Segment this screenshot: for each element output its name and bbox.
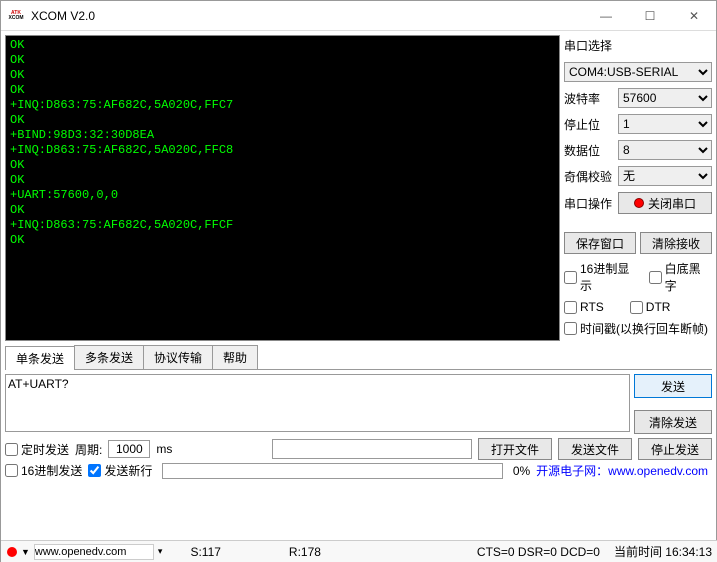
clear-send-button[interactable]: 清除发送 xyxy=(634,410,712,434)
data-select[interactable]: 8 xyxy=(618,140,712,160)
send-newline-checkbox[interactable]: 发送新行 xyxy=(88,462,152,479)
send-tabs: 单条发送 多条发送 协议传输 帮助 xyxy=(5,345,712,370)
parity-label: 奇偶校验 xyxy=(564,168,612,185)
ms-label: ms xyxy=(156,442,172,456)
data-label: 数据位 xyxy=(564,142,612,159)
tab-help[interactable]: 帮助 xyxy=(212,345,258,369)
white-bg-checkbox[interactable]: 白底黑字 xyxy=(649,260,712,294)
timestamp-checkbox[interactable]: 时间戳(以换行回车断帧) xyxy=(564,320,708,337)
hex-send-checkbox[interactable]: 16进制发送 xyxy=(5,462,82,479)
titlebar: ATKXCOM XCOM V2.0 — ☐ ✕ xyxy=(1,1,716,31)
period-label: 周期: xyxy=(75,441,102,458)
status-dropdown-icon[interactable]: ▼ xyxy=(21,547,30,557)
close-port-button[interactable]: 关闭串口 xyxy=(618,192,712,214)
clear-recv-button[interactable]: 清除接收 xyxy=(640,232,712,254)
tab-protocol[interactable]: 协议传输 xyxy=(143,345,213,369)
recv-count: R:178 xyxy=(289,545,321,559)
progress-bar xyxy=(162,463,502,479)
record-icon xyxy=(634,198,644,208)
progress-percent: 0% xyxy=(513,464,530,478)
timed-send-checkbox[interactable]: 定时发送 xyxy=(5,441,69,458)
open-file-button[interactable]: 打开文件 xyxy=(478,438,552,460)
openedv-link[interactable]: 开源电子网：www.openedv.com xyxy=(536,462,708,479)
signal-status: CTS=0 DSR=0 DCD=0 xyxy=(477,545,600,559)
period-input[interactable] xyxy=(108,440,150,458)
send-input[interactable]: AT+UART? xyxy=(5,374,630,432)
terminal-output[interactable]: OK OK OK OK +INQ:D863:75:AF682C,5A020C,F… xyxy=(5,35,560,341)
stop-select[interactable]: 1 xyxy=(618,114,712,134)
serial-select-label: 串口选择 xyxy=(564,37,712,54)
baud-label: 波特率 xyxy=(564,90,612,107)
rts-checkbox[interactable]: RTS xyxy=(564,300,604,314)
maximize-button[interactable]: ☐ xyxy=(628,1,672,31)
app-logo: ATKXCOM xyxy=(7,7,25,25)
dtr-checkbox[interactable]: DTR xyxy=(630,300,671,314)
send-button[interactable]: 发送 xyxy=(634,374,712,398)
tab-multi-send[interactable]: 多条发送 xyxy=(74,345,144,369)
parity-select[interactable]: 无 xyxy=(618,166,712,186)
window-title: XCOM V2.0 xyxy=(31,9,584,23)
current-time: 当前时间 16:34:13 xyxy=(614,543,712,560)
status-bar: ▼ ▾ S:117 R:178 CTS=0 DSR=0 DCD=0 当前时间 1… xyxy=(1,540,717,562)
baud-select[interactable]: 57600 xyxy=(618,88,712,108)
serial-panel: 串口选择 COM4:USB-SERIAL 波特率 57600 停止位 1 数据位… xyxy=(564,35,712,341)
send-file-button[interactable]: 发送文件 xyxy=(558,438,632,460)
status-record-icon xyxy=(7,547,17,557)
sent-count: S:117 xyxy=(190,545,220,559)
tab-single-send[interactable]: 单条发送 xyxy=(5,346,75,370)
stop-send-button[interactable]: 停止发送 xyxy=(638,438,712,460)
status-url-dropdown-icon[interactable]: ▾ xyxy=(158,546,163,557)
op-label: 串口操作 xyxy=(564,195,612,212)
file-path-input[interactable] xyxy=(272,439,472,459)
minimize-button[interactable]: — xyxy=(584,1,628,31)
close-button[interactable]: ✕ xyxy=(672,1,716,31)
port-select[interactable]: COM4:USB-SERIAL xyxy=(564,62,712,82)
hex-display-checkbox[interactable]: 16进制显示 xyxy=(564,260,641,294)
stop-label: 停止位 xyxy=(564,116,612,133)
status-url[interactable] xyxy=(34,544,154,560)
save-window-button[interactable]: 保存窗口 xyxy=(564,232,636,254)
